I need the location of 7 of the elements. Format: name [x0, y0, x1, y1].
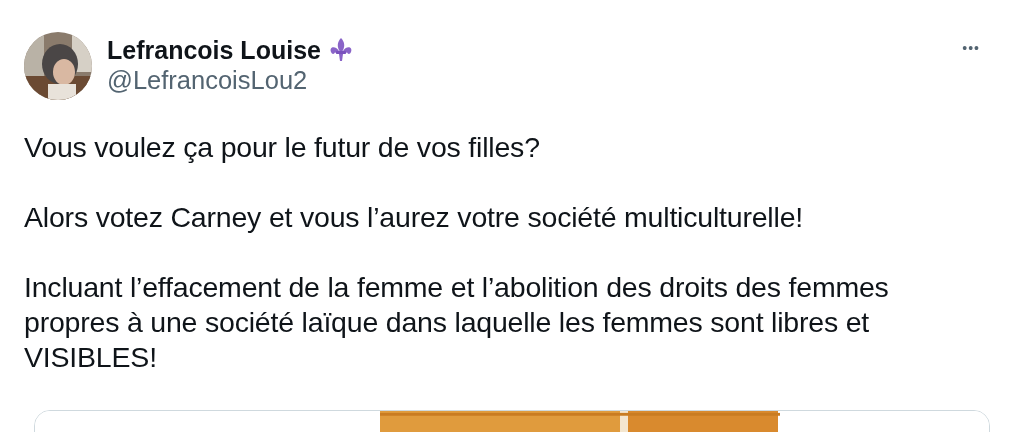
- tweet-paragraph: Alors votez Carney et vous l’aurez votre société multiculturelle!: [24, 200, 804, 235]
- tweet-paragraph: Vous voulez ça pour le futur de vos filles?: [24, 130, 541, 165]
- author-handle[interactable]: @LefrancoisLou2: [107, 66, 353, 94]
- more-options-button[interactable]: •••: [962, 40, 980, 56]
- fleur-de-lis-icon: [328, 37, 353, 63]
- author-name[interactable]: Lefrancois Louise: [107, 36, 321, 64]
- tweet-paragraph: Incluant l’effacement de la femme et l’abolition des droits des femmes propres à une société laïque dans laquelle les femmes sont libres et VISIBLES!: [24, 270, 890, 375]
